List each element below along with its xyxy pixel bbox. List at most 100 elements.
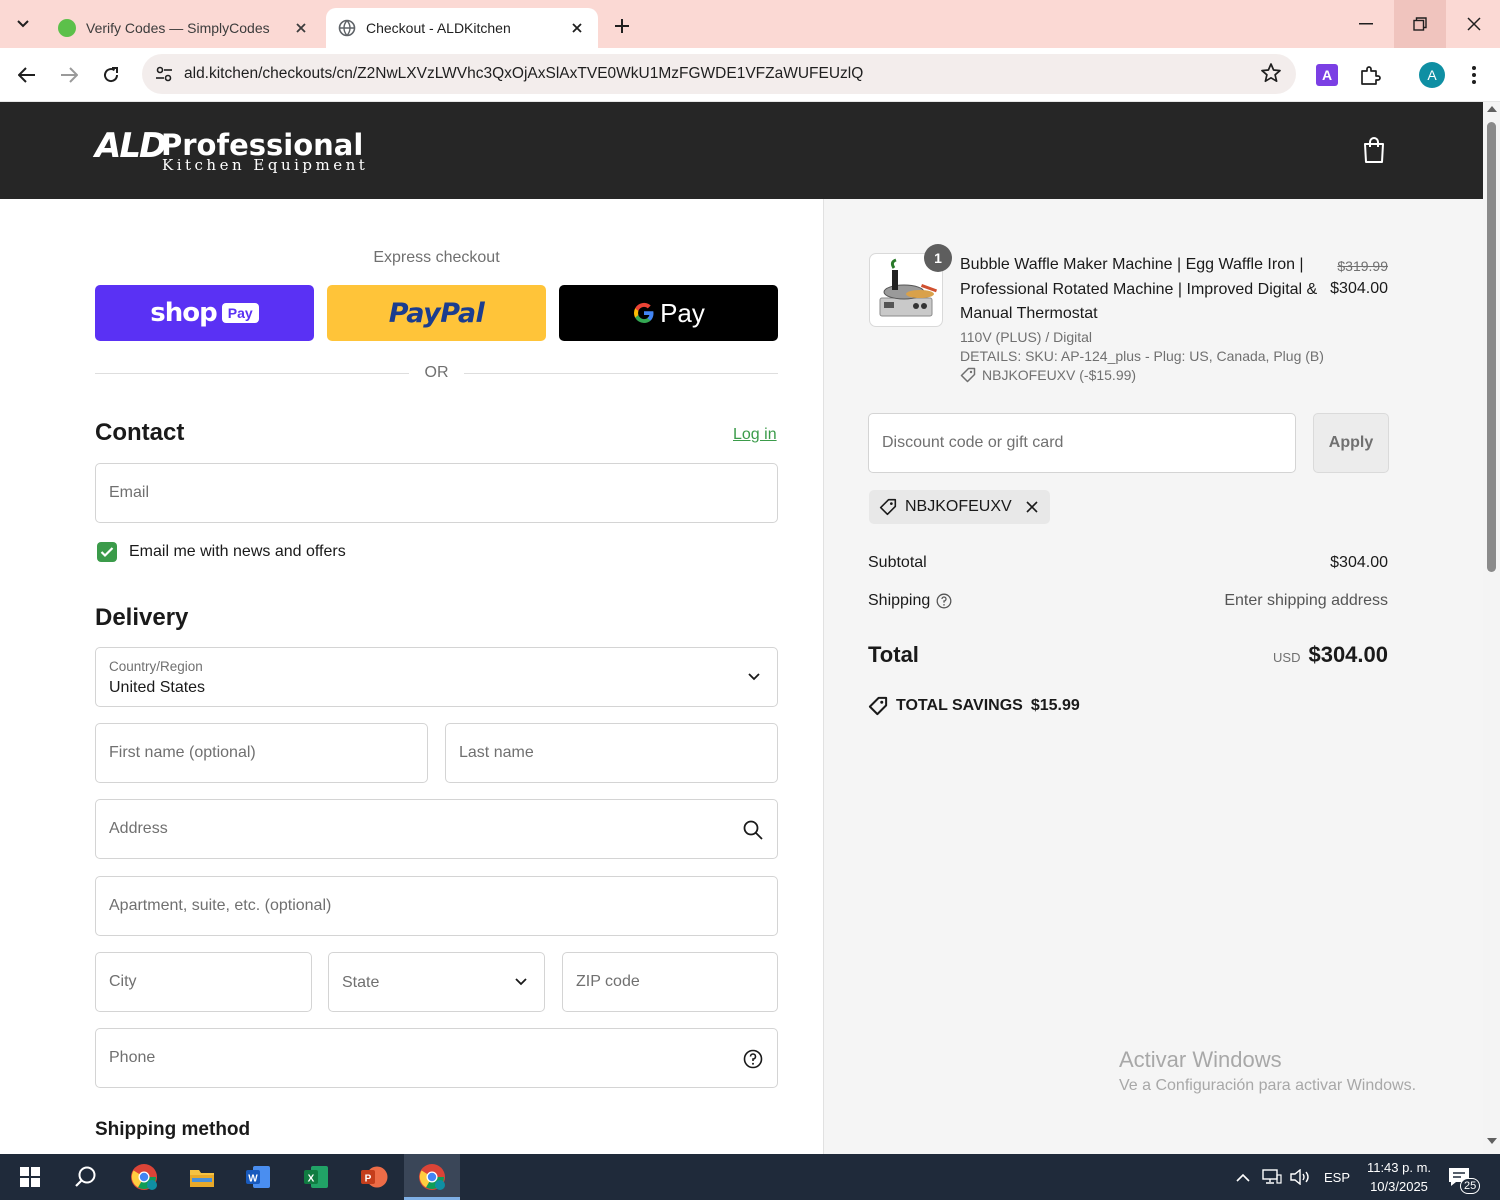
remove-code-button[interactable] — [1024, 499, 1040, 515]
bookmark-star-icon[interactable] — [1260, 62, 1282, 89]
zip-field[interactable] — [562, 952, 778, 1012]
last-name-input[interactable] — [446, 724, 777, 782]
watermark-title: Activar Windows — [1119, 1047, 1282, 1072]
close-window-button[interactable] — [1448, 0, 1500, 48]
shop-pay-button[interactable]: shop Pay — [95, 285, 314, 341]
google-pay-button[interactable]: Pay — [559, 285, 778, 341]
newsletter-checkbox[interactable] — [97, 542, 117, 562]
product-variant: 110V (PLUS) / Digital — [960, 329, 1093, 345]
tab-simplycodes[interactable]: Verify Codes — SimplyCodes — [46, 8, 322, 48]
scroll-down-arrow-icon[interactable] — [1487, 1138, 1497, 1144]
paypal-button[interactable]: PayPal — [327, 285, 546, 341]
excel-icon: X — [304, 1166, 328, 1188]
discount-field[interactable] — [868, 413, 1296, 473]
profile-avatar[interactable]: A — [1419, 62, 1445, 88]
help-circle-icon[interactable] — [743, 1049, 763, 1069]
close-icon — [1467, 17, 1481, 31]
svg-text:X: X — [308, 1174, 315, 1185]
language-indicator[interactable]: ESP — [1324, 1154, 1350, 1200]
tag-icon — [879, 498, 897, 516]
address-bar[interactable]: ald.kitchen/checkouts/cn/Z2NwLXVzLWVhc3Q… — [142, 54, 1296, 94]
tab-search-button[interactable] — [8, 10, 38, 38]
taskbar-word[interactable]: W — [230, 1154, 286, 1200]
login-link[interactable]: Log in — [733, 426, 777, 444]
word-icon: W — [246, 1166, 270, 1188]
google-pay-logo: Pay — [632, 298, 705, 329]
tag-icon — [868, 696, 888, 716]
svg-text:P: P — [365, 1174, 372, 1185]
extension-button[interactable]: A — [1314, 62, 1340, 88]
shipping-label: Shipping — [868, 592, 931, 609]
taskbar-chrome-profile[interactable] — [116, 1154, 172, 1200]
forward-button[interactable] — [54, 60, 84, 90]
arrow-right-icon — [61, 67, 78, 83]
back-button[interactable] — [12, 60, 42, 90]
checkout-form-column: Express checkout shop Pay PayPal Pay OR … — [0, 199, 823, 1154]
restore-button[interactable] — [1394, 0, 1446, 48]
restore-icon — [1413, 17, 1427, 31]
address-field[interactable] — [95, 799, 778, 859]
start-button[interactable] — [2, 1154, 58, 1200]
zip-input[interactable] — [563, 953, 777, 1011]
first-name-input[interactable] — [96, 724, 427, 782]
discount-input[interactable] — [869, 414, 1295, 472]
globe-favicon-icon — [338, 19, 356, 37]
apply-discount-button[interactable]: Apply — [1313, 413, 1389, 473]
email-input[interactable] — [96, 464, 777, 522]
arrow-left-icon — [18, 67, 35, 83]
state-placeholder: State — [342, 974, 380, 991]
country-label: Country/Region — [109, 659, 203, 674]
product-title: Bubble Waffle Maker Machine | Egg Waffle… — [960, 256, 1318, 322]
powerpoint-icon: P — [361, 1166, 388, 1188]
first-name-field[interactable] — [95, 723, 428, 783]
extensions-menu-button[interactable] — [1357, 62, 1383, 88]
search-icon — [75, 1166, 96, 1187]
site-info-button[interactable] — [146, 59, 182, 89]
phone-field[interactable] — [95, 1028, 778, 1088]
notification-center-button[interactable]: 25 — [1448, 1154, 1488, 1200]
shipping-value: Enter shipping address — [1224, 592, 1388, 609]
subtotal-value: $304.00 — [1330, 554, 1388, 571]
url-text[interactable]: ald.kitchen/checkouts/cn/Z2NwLXVzLWVhc3Q… — [184, 65, 863, 83]
taskbar-powerpoint[interactable]: P — [346, 1154, 402, 1200]
logo-ald-text: ALD — [95, 126, 167, 166]
apartment-input[interactable] — [96, 877, 777, 935]
tab-close-icon[interactable] — [292, 19, 310, 37]
tab-close-icon[interactable] — [568, 19, 586, 37]
country-select[interactable]: Country/Region United States — [95, 647, 778, 707]
phone-input[interactable] — [96, 1029, 777, 1087]
search-button[interactable] — [58, 1154, 114, 1200]
scroll-up-arrow-icon[interactable] — [1487, 106, 1497, 112]
tray-overflow-button[interactable] — [1236, 1154, 1254, 1200]
minimize-button[interactable] — [1340, 0, 1392, 48]
network-status[interactable] — [1262, 1154, 1284, 1200]
close-icon — [1026, 501, 1038, 513]
product-discount-text: NBJKOFEUXV (-$15.99) — [982, 367, 1137, 383]
page-scrollbar[interactable] — [1483, 102, 1500, 1154]
email-field[interactable] — [95, 463, 778, 523]
speaker-icon — [1290, 1169, 1309, 1185]
last-name-field[interactable] — [445, 723, 778, 783]
chrome-icon — [419, 1164, 445, 1190]
scrollbar-thumb[interactable] — [1487, 122, 1496, 572]
taskbar-chrome-active[interactable] — [404, 1154, 460, 1200]
volume-control[interactable] — [1290, 1154, 1312, 1200]
new-tab-button[interactable] — [608, 12, 636, 40]
plus-icon — [615, 19, 629, 33]
cart-button[interactable] — [1362, 136, 1388, 166]
subtotal-label: Subtotal — [868, 554, 927, 571]
taskbar-file-explorer[interactable] — [174, 1154, 230, 1200]
browser-menu-button[interactable] — [1461, 62, 1487, 88]
tab-checkout[interactable]: Checkout - ALDKitchen — [326, 8, 598, 48]
city-field[interactable] — [95, 952, 312, 1012]
help-circle-icon[interactable] — [936, 593, 952, 609]
taskbar-excel[interactable]: X — [288, 1154, 344, 1200]
state-select[interactable]: State — [328, 952, 545, 1012]
address-input[interactable] — [96, 800, 777, 858]
apartment-field[interactable] — [95, 876, 778, 936]
reload-button[interactable] — [96, 60, 126, 90]
minimize-icon — [1359, 23, 1373, 25]
clock[interactable]: 11:43 p. m. 10/3/2025 — [1362, 1158, 1436, 1196]
city-input[interactable] — [96, 953, 311, 1011]
kebab-menu-icon — [1472, 66, 1476, 84]
